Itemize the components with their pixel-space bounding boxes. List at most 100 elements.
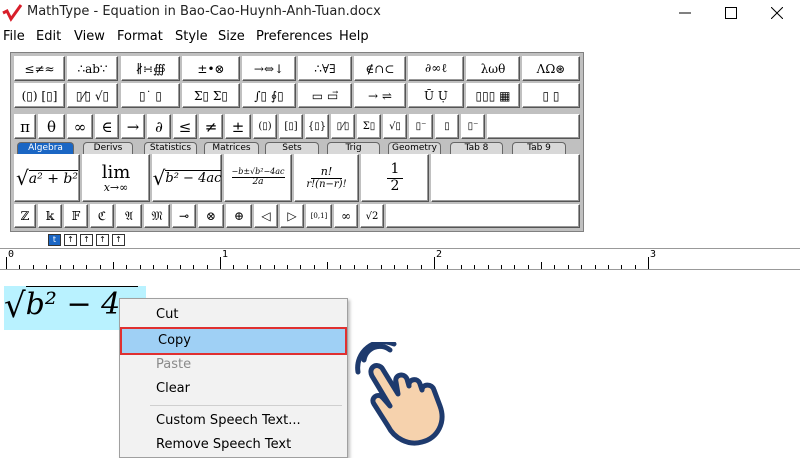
nudge-button-3[interactable]: ↑ (80, 234, 93, 246)
palette-braces[interactable]: {▯} (305, 114, 329, 139)
palette-fraktur-a[interactable]: 𝔄 (116, 204, 142, 228)
maximize-icon (725, 7, 737, 19)
menu-item-paste[interactable]: Paste (120, 353, 347, 377)
menu-view[interactable]: View (74, 29, 105, 44)
palette-not-equal[interactable]: ≠ (199, 114, 223, 139)
palette-embellishments[interactable]: ∦∺∰ (121, 56, 180, 81)
palette-spaces[interactable]: ∴ab∵ (67, 56, 118, 81)
menu-style[interactable]: Style (175, 29, 208, 44)
palette-pi[interactable]: π (14, 114, 36, 139)
palette-less-equal[interactable]: ≤ (173, 114, 197, 139)
palette-sum[interactable]: Σ▯ (357, 114, 381, 139)
template-discriminant-radicand: b² − 4ac (165, 170, 222, 186)
palette-integrals[interactable]: ∫▯ ∮▯ (242, 83, 296, 108)
ruler-tick (554, 265, 556, 269)
palette-left-triangle[interactable]: ◁ (254, 204, 278, 228)
nudge-button-2[interactable]: ↑ (64, 234, 77, 246)
palette-infinity[interactable]: ∞ (67, 114, 93, 139)
palette-fraktur-c[interactable]: ℭ (90, 204, 114, 228)
palette-brackets[interactable]: [▯] (279, 114, 303, 139)
palette-double-f[interactable]: 𝔽 (64, 204, 88, 228)
palette-greek-lower[interactable]: λωθ (466, 56, 520, 81)
menu-size[interactable]: Size (218, 29, 245, 44)
tab-8[interactable]: Tab 8 (450, 142, 503, 154)
palette-misc[interactable]: ∂∞ℓ (408, 56, 464, 81)
palette-fences[interactable]: (▯) [▯] (14, 83, 65, 108)
template-half[interactable]: 1 2 (361, 154, 429, 202)
palette-greek-upper[interactable]: ΛΩ⊛ (522, 56, 580, 81)
palette-double-k[interactable]: 𝕜 (38, 204, 62, 228)
palette-theta[interactable]: θ (38, 114, 65, 139)
palette-operators[interactable]: ±•⊗ (182, 56, 240, 81)
maximize-button[interactable] (708, 0, 754, 26)
nudge-button-1[interactable]: t (48, 234, 61, 246)
ruler-tick (327, 262, 328, 269)
palette-double-z[interactable]: ℤ (14, 204, 36, 228)
menu-item-copy[interactable]: Copy (120, 327, 347, 355)
tab-trig[interactable]: Trig (327, 142, 380, 154)
menu-format[interactable]: Format (117, 29, 163, 44)
ruler[interactable]: 0 1 2 3 (0, 248, 800, 270)
ruler-tick (153, 265, 155, 269)
palette-infinity-small[interactable]: ∞ (334, 204, 358, 228)
palette-arrows[interactable]: →⇔↓ (242, 56, 296, 81)
palette-scripts[interactable]: ▯˙ ▯ (121, 83, 180, 108)
tab-derivs[interactable]: Derivs (83, 142, 133, 154)
palette-matrices[interactable]: ▯▯▯ ▦ (466, 83, 520, 108)
template-hypotenuse[interactable]: √ a² + b² (14, 154, 80, 202)
palette-relations[interactable]: ≤≠≈ (14, 56, 65, 81)
palette-oplus[interactable]: ⊕ (226, 204, 252, 228)
palette-arrow[interactable]: → (121, 114, 145, 139)
template-binomial[interactable]: n! r!(n−r)! (294, 154, 359, 202)
palette-interval[interactable]: [0,1] (306, 204, 332, 228)
close-button[interactable] (754, 0, 800, 26)
menu-file[interactable]: File (3, 29, 25, 44)
menu-item-custom-speech-text[interactable]: Custom Speech Text... (120, 409, 347, 433)
tab-sets[interactable]: Sets (265, 142, 319, 154)
palette-sets[interactable]: ∉∩⊂ (354, 56, 406, 81)
tab-statistics[interactable]: Statistics (144, 142, 197, 154)
palette-boxes[interactable]: ▯ ▯ (522, 83, 580, 108)
menu-item-cut[interactable]: Cut (120, 303, 347, 327)
palette-sqrt2[interactable]: √2 (360, 204, 384, 228)
palette-multimap[interactable]: ⊸ (172, 204, 196, 228)
palette-fractions-radicals[interactable]: ▯⁄▯ √▯ (67, 83, 118, 108)
palette-labeled-arrows[interactable]: → ⇌ (354, 83, 406, 108)
minimize-button[interactable] (662, 0, 708, 26)
ruler-tick (474, 265, 476, 269)
ruler-label-0: 0 (8, 249, 15, 260)
palette-subscript[interactable]: ▯ (435, 114, 459, 139)
tab-algebra[interactable]: Algebra (17, 142, 74, 154)
palette-products[interactable]: Ū Ụ̇ (408, 83, 464, 108)
tab-geometry[interactable]: Geometry (388, 142, 441, 154)
palette-plus-minus[interactable]: ± (225, 114, 251, 139)
palette-element-of[interactable]: ∈ (95, 114, 119, 139)
menu-item-clear[interactable]: Clear (120, 377, 347, 401)
nudge-button-4[interactable]: ↑ (96, 234, 109, 246)
close-icon (771, 7, 783, 19)
menu-help[interactable]: Help (339, 29, 369, 44)
palette-right-triangle[interactable]: ▷ (280, 204, 304, 228)
palette-summations[interactable]: Σ▯ Σ▯ (182, 83, 240, 108)
menu-item-remove-speech-text[interactable]: Remove Speech Text (120, 433, 347, 457)
ruler-tick (99, 265, 101, 269)
palette-subsup[interactable]: ▯⁻ (461, 114, 485, 139)
palette-superscript[interactable]: ▯⁻ (409, 114, 433, 139)
template-limit[interactable]: lim x→∞ (82, 154, 150, 202)
palette-bars[interactable]: ▭ ▭⃗ (298, 83, 352, 108)
palette-sqrt[interactable]: √▯ (383, 114, 407, 139)
template-quadratic[interactable]: −b±√b²−4ac 2a (224, 154, 292, 202)
tab-matrices[interactable]: Matrices (204, 142, 259, 154)
palette-fraktur-m[interactable]: 𝔐 (144, 204, 170, 228)
menu-edit[interactable]: Edit (36, 29, 61, 44)
palette-otimes[interactable]: ⊗ (198, 204, 224, 228)
palette-partial[interactable]: ∂ (147, 114, 171, 139)
template-discriminant[interactable]: √ b² − 4ac (152, 154, 222, 202)
palette-logic[interactable]: ∴∀∃ (298, 56, 352, 81)
menu-preferences[interactable]: Preferences (256, 29, 332, 44)
nudge-button-5[interactable]: ↑ (112, 234, 125, 246)
palette-fraction[interactable]: ▯⁄▯ (331, 114, 355, 139)
ruler-tick (6, 257, 7, 269)
palette-parens[interactable]: (▯) (253, 114, 277, 139)
tab-9[interactable]: Tab 9 (512, 142, 566, 154)
